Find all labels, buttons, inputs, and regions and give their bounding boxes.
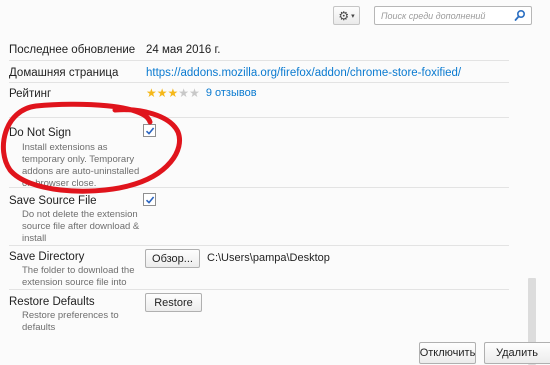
star-empty-icon: ★ <box>189 86 200 100</box>
do-not-sign-checkbox[interactable] <box>143 124 156 137</box>
option-row-restore-defaults: Restore Defaults Restore preferences to … <box>9 289 509 333</box>
option-description: Restore preferences to defaults <box>22 310 119 333</box>
tools-menu-button[interactable]: ⚙ ▾ <box>333 6 360 25</box>
option-label: Do Not Sign <box>9 127 72 139</box>
chevron-down-icon: ▾ <box>351 12 355 20</box>
option-row-save-source-file: Save Source File Do not delete the exten… <box>9 187 509 246</box>
option-row-save-directory: Save Directory The folder to download th… <box>9 245 509 290</box>
last-updated-label: Последнее обновление <box>9 44 136 56</box>
option-label: Restore Defaults <box>9 296 95 308</box>
save-source-file-checkbox[interactable] <box>143 193 156 206</box>
toolbar: ⚙ ▾ <box>0 0 550 36</box>
rating-stars: ★ ★ ★ ★ ★ 9 отзывов <box>146 87 257 99</box>
search-input[interactable] <box>381 8 511 23</box>
option-label: Save Source File <box>9 195 97 207</box>
remove-button[interactable]: Удалить <box>484 342 550 364</box>
homepage-link[interactable]: https://addons.mozilla.org/firefox/addon… <box>146 67 461 79</box>
last-updated-value: 24 мая 2016 г. <box>146 44 221 56</box>
checkmark-icon <box>145 196 155 204</box>
star-full-icon: ★ <box>156 86 168 100</box>
detail-row-last-updated: Последнее обновление 24 мая 2016 г. <box>9 38 509 60</box>
star-full-icon: ★ <box>167 86 179 100</box>
detail-row-homepage: Домашняя страница https://addons.mozilla… <box>9 60 509 83</box>
detail-row-rating: Рейтинг ★ ★ ★ ★ ★ 9 отзывов <box>9 82 509 105</box>
star-empty-icon: ★ <box>178 86 190 100</box>
search-field[interactable] <box>374 6 532 25</box>
checkmark-icon <box>145 127 155 135</box>
disable-button[interactable]: Отключить <box>419 342 476 364</box>
option-label: Save Directory <box>9 251 85 263</box>
search-icon[interactable] <box>514 9 526 22</box>
gear-icon: ⚙ <box>338 8 350 23</box>
browse-button[interactable]: Обзор... <box>145 249 200 268</box>
option-row-do-not-sign: Do Not Sign Install extensions as tempor… <box>9 117 509 189</box>
option-description: The folder to download the extension sou… <box>22 265 135 288</box>
reviews-link[interactable]: 9 отзывов <box>206 87 257 99</box>
option-description: Do not delete the extension source file … <box>22 209 140 244</box>
restore-button[interactable]: Restore <box>145 293 202 312</box>
star-full-icon: ★ <box>146 86 157 100</box>
homepage-label: Домашняя страница <box>9 67 119 79</box>
rating-label: Рейтинг <box>9 88 52 100</box>
option-description: Install extensions as temporary only. Te… <box>22 142 140 189</box>
save-directory-path: C:\Users\pampa\Desktop <box>207 252 330 264</box>
